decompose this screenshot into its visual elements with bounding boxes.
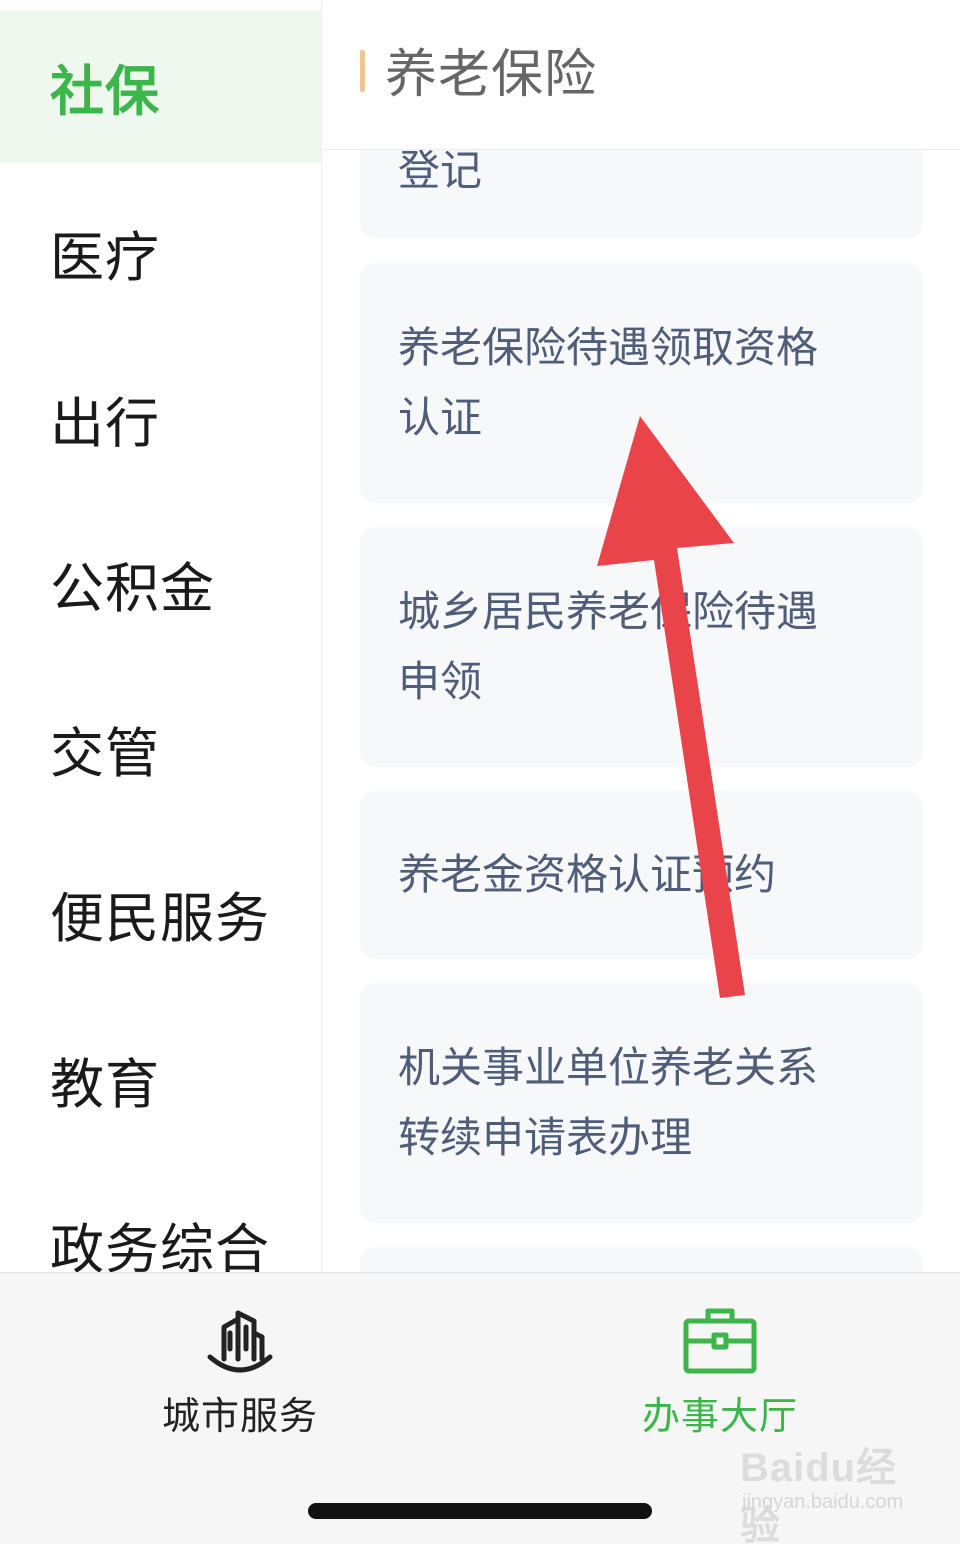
sidebar-item-label: 交管	[50, 721, 160, 785]
sidebar-item-medical[interactable]: 医疗	[0, 176, 321, 328]
sidebar-item-education[interactable]: 教育	[0, 1003, 321, 1155]
sidebar-item-label: 医疗	[50, 225, 160, 289]
service-card-resident-pension-claim[interactable]: 城乡居民养老保险待遇申领	[360, 527, 923, 767]
service-card-label: 养老保险待遇领取资格认证	[398, 323, 819, 442]
tab-city-services[interactable]: 城市服务	[120, 1301, 360, 1451]
service-card-label: 养老金资格认证预约	[398, 850, 777, 899]
tab-service-hall[interactable]: 办事大厅	[600, 1301, 840, 1451]
service-card-pension-appointment[interactable]: 养老金资格认证预约	[360, 791, 923, 959]
sidebar-item-social-security[interactable]: 社保	[0, 10, 321, 162]
category-sidebar: 社保 医疗 出行 公积金 交管 便民服务 教育 政务综合	[0, 0, 322, 1272]
service-card-partial[interactable]	[360, 1247, 923, 1272]
home-indicator[interactable]	[308, 1503, 652, 1519]
service-card-label: 城乡居民养老保险待遇申领	[398, 587, 819, 706]
section-header-accent-bar	[360, 50, 365, 92]
city-buildings-icon	[207, 1310, 273, 1373]
sidebar-item-label: 便民服务	[50, 886, 270, 950]
service-card-institution-transfer[interactable]: 机关事业单位养老关系转续申请表办理	[360, 983, 923, 1223]
baidu-jingyan-watermark: Baidu经验 jingyan.baidu.com	[730, 1435, 930, 1548]
service-list: 登记 养老保险待遇领取资格认证 城乡居民养老保险待遇申领 养老金资格认证预约 机…	[323, 150, 960, 1272]
sidebar-item-government[interactable]: 政务综合	[0, 1168, 321, 1273]
briefcase-icon	[683, 1308, 757, 1374]
sidebar-item-traffic[interactable]: 交管	[0, 672, 321, 824]
sidebar-item-label: 出行	[50, 391, 160, 455]
service-card-pension-qualification[interactable]: 养老保险待遇领取资格认证	[360, 263, 923, 503]
sidebar-item-label: 社保	[50, 59, 160, 123]
sidebar-item-label: 教育	[50, 1052, 160, 1116]
sidebar-item-label: 公积金	[50, 556, 215, 620]
tab-label: 城市服务	[161, 1394, 318, 1438]
service-card-registration[interactable]: 登记	[360, 150, 923, 238]
sidebar-item-housing-fund[interactable]: 公积金	[0, 507, 321, 659]
section-header: 养老保险	[323, 0, 960, 150]
sidebar-item-label: 政务综合	[50, 1217, 270, 1273]
service-card-label: 机关事业单位养老关系转续申请表办理	[398, 1043, 819, 1162]
sidebar-item-public-services[interactable]: 便民服务	[0, 837, 321, 989]
watermark-url: jingyan.baidu.com	[742, 1491, 904, 1513]
section-title: 养老保险	[385, 45, 598, 105]
service-card-label: 登记	[398, 150, 483, 195]
sidebar-item-travel[interactable]: 出行	[0, 342, 321, 494]
tab-label: 办事大厅	[641, 1394, 798, 1438]
